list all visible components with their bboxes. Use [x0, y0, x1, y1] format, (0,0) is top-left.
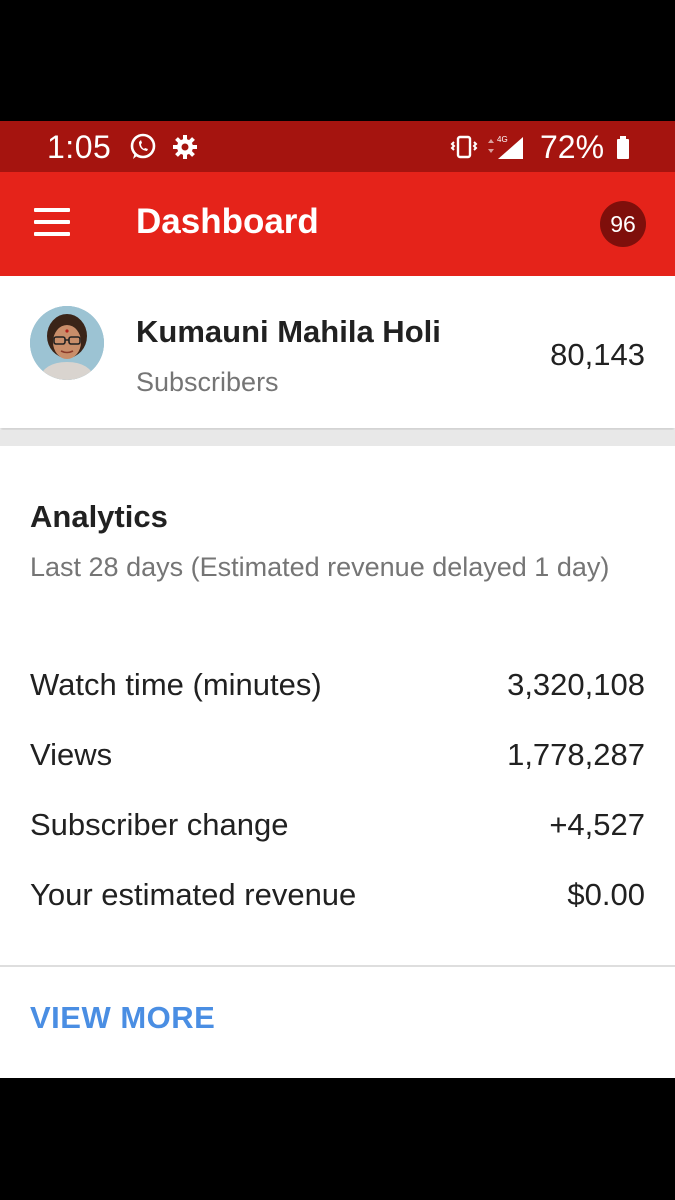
- subscriber-count: 80,143: [550, 337, 645, 372]
- top-black-border: [0, 0, 675, 121]
- analytics-subtitle: Last 28 days (Estimated revenue delayed …: [30, 552, 610, 582]
- metric-value: +4,527: [549, 807, 645, 842]
- 4g-signal-icon: 4G: [486, 133, 526, 161]
- metric-value: 3,320,108: [507, 667, 645, 702]
- status-bar: 1:05 4G 72%: [0, 121, 675, 172]
- notification-badge[interactable]: 96: [600, 201, 646, 247]
- section-separator: [0, 430, 675, 446]
- metric-row-subscriber-change: Subscriber change +4,527: [30, 807, 645, 847]
- bottom-black-border: [0, 1078, 675, 1200]
- battery-icon: [614, 133, 632, 161]
- channel-card[interactable]: Kumauni Mahila Holi Subscribers 80,143: [0, 276, 675, 428]
- battery-percentage: 72%: [540, 129, 605, 165]
- metric-label: Watch time (minutes): [30, 667, 322, 702]
- status-time: 1:05: [47, 129, 112, 165]
- metric-value: 1,778,287: [507, 737, 645, 772]
- vibrate-icon: [450, 133, 478, 161]
- analytics-title: Analytics: [30, 499, 168, 534]
- app-bar: Dashboard 96: [0, 172, 675, 276]
- metric-label: Subscriber change: [30, 807, 289, 842]
- analytics-card: Analytics Last 28 days (Estimated revenu…: [0, 446, 675, 1078]
- view-more-button[interactable]: VIEW MORE: [30, 1000, 215, 1036]
- metric-value: $0.00: [567, 877, 645, 912]
- divider: [0, 965, 675, 967]
- metric-row-watch-time: Watch time (minutes) 3,320,108: [30, 667, 645, 707]
- phone-screen: 1:05 4G 72% Dashboard 96 Kumauni Mahila …: [0, 121, 675, 1078]
- metric-label: Your estimated revenue: [30, 877, 357, 912]
- page-title: Dashboard: [136, 202, 319, 241]
- avatar[interactable]: [30, 306, 104, 380]
- hamburger-menu-icon[interactable]: [34, 208, 72, 240]
- subscribers-label: Subscribers: [136, 367, 279, 397]
- network-type-label: 4G: [497, 135, 508, 144]
- metric-row-views: Views 1,778,287: [30, 737, 645, 777]
- metric-row-estimated-revenue: Your estimated revenue $0.00: [30, 877, 645, 917]
- whatsapp-icon: [129, 133, 157, 161]
- channel-name: Kumauni Mahila Holi: [136, 314, 441, 349]
- settings-gear-icon: [171, 133, 199, 161]
- metric-label: Views: [30, 737, 113, 772]
